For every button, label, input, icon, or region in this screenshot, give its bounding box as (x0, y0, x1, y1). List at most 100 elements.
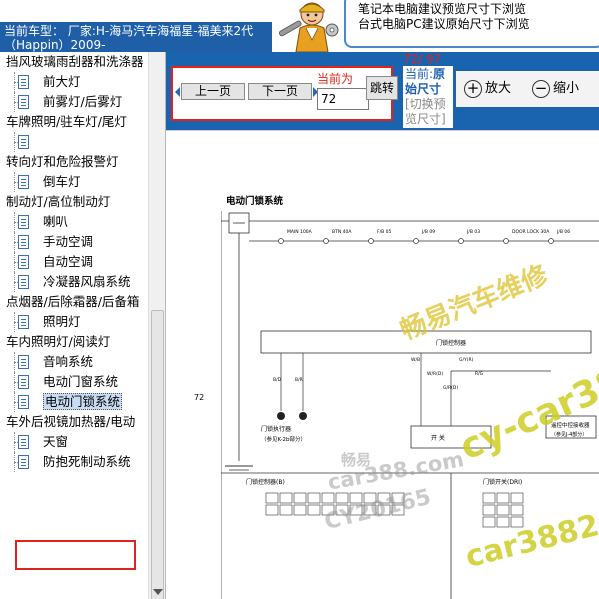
wire-code-label: B/R (295, 377, 303, 383)
connector-pin (391, 504, 405, 516)
switch-preview-size-link[interactable]: [切换预览尺寸] (405, 97, 451, 127)
tree-item[interactable]: 电动门窗系统 (0, 372, 148, 392)
connector-pin (510, 516, 524, 528)
tree-item-label: 冷凝器风扇系统 (43, 274, 131, 289)
connector-pin (293, 492, 307, 504)
wire-code-label: W/R(D) (427, 371, 443, 377)
viewing-tip-box: 笔记本电脑建议预览尺寸下浏览 台式电脑PC建议原始尺寸下浏览 (344, 0, 599, 48)
zoom-in-button[interactable]: + 放大 (464, 77, 511, 101)
document-icon (18, 235, 29, 249)
zoom-in-label: 放大 (485, 81, 512, 96)
connector-pins-right (482, 492, 524, 528)
page-number-input[interactable] (317, 88, 369, 110)
connector-pin (496, 516, 510, 528)
tree-scrollbar[interactable] (148, 52, 165, 599)
module-label: 门锁控制器 (436, 339, 466, 347)
wire-code-group: B/D B/R W/B W/R(D) G/R(D) G/Y(R) R/G (273, 357, 484, 391)
connector-pin (307, 492, 321, 504)
document-icon (18, 455, 29, 469)
tree-item[interactable]: 防抱死制动系统 (0, 452, 148, 472)
tree-category-label: 车牌照明/驻车灯/尾灯 (6, 114, 127, 129)
current-page-label: 当前为 (317, 72, 354, 86)
tree-category[interactable]: 车外后视镜加热器/电动 (0, 412, 148, 432)
tree-category-label: 挡风玻璃雨刮器和洗涤器 (6, 54, 144, 69)
document-icon (18, 355, 29, 369)
tree-category-label: 车内照明灯/阅读灯 (6, 334, 111, 349)
wire-code-label: G/R(D) (443, 385, 458, 391)
connector-pin (391, 492, 405, 504)
tree-item[interactable]: 冷凝器风扇系统 (0, 272, 148, 292)
diagram-viewer[interactable]: 电动门锁系统 72 MAIN 100A BTN 40A F/B 05 J/B 09 J/… (166, 130, 599, 599)
fuse-terminal (323, 238, 329, 244)
fuse-terminal (278, 238, 284, 244)
connector-pin (349, 492, 363, 504)
wire-code-label: R/G (475, 371, 484, 377)
connector-pin (363, 504, 377, 516)
tree-category-label: 制动灯/高位制动灯 (6, 194, 111, 209)
fuse-label: BTN 40A (332, 229, 352, 235)
document-icon (18, 375, 29, 389)
connector-pins-left (265, 492, 405, 516)
tree-item-label: 倒车灯 (43, 174, 81, 189)
connector-pin (377, 492, 391, 504)
page-toolbar: 上一页 下一页 当前为 跳转 72/ 97 当前:原始尺寸 [切换预览尺寸] +… (166, 52, 599, 130)
mechanic-mascot-icon (272, 0, 344, 53)
tree-item-label: 前雾灯/后雾灯 (43, 94, 123, 109)
tree-item[interactable]: 前雾灯/后雾灯 (0, 92, 148, 112)
fuse-label: J/B 09 (421, 229, 435, 235)
tip-line-laptop: 笔记本电脑建议预览尺寸下浏览 (358, 2, 527, 16)
current-car-model: 当前车型： 厂家:H-海马汽车海福星-福美来2代（Happin）2009- (0, 22, 272, 52)
tree-item[interactable]: 音响系统 (0, 352, 148, 372)
document-icon (18, 395, 29, 409)
connector-pin (265, 492, 279, 504)
zoom-out-button[interactable]: − 缩小 (532, 77, 579, 101)
connector-pin (279, 492, 293, 504)
fuse-label: MAIN 100A (287, 229, 313, 235)
scroll-down-arrow-icon[interactable] (153, 589, 163, 595)
wire-code-label: B/D (273, 377, 282, 383)
switch-label: 开 关 (431, 434, 445, 442)
zoom-out-label: 缩小 (553, 81, 580, 96)
lower-right-title: 门锁开关(DRI) (483, 478, 522, 486)
document-icon (18, 175, 29, 189)
next-page-button[interactable]: 下一页 (248, 83, 312, 100)
page-navigation-group: 上一页 下一页 当前为 (171, 66, 393, 121)
document-icon (18, 435, 29, 449)
header: 当前车型： 厂家:H-海马汽车海福星-福美来2代（Happin）2009- 笔记… (0, 0, 599, 53)
tree-category[interactable]: 车牌照明/驻车灯/尾灯 (0, 112, 148, 132)
tree-item[interactable]: 倒车灯 (0, 172, 148, 192)
tree-scrollbar-thumb[interactable] (151, 310, 164, 599)
page-count: 72/ 97 (403, 52, 442, 66)
tree-item-label: 照明灯 (43, 314, 81, 329)
tree-item-label: 前大灯 (43, 74, 81, 89)
minus-icon: − (532, 79, 550, 98)
jump-button[interactable]: 跳转 (366, 76, 398, 100)
remote-receiver-label: 遥控中控接收器 (551, 421, 590, 429)
tree-category-label: 转向灯和危险报警灯 (6, 154, 119, 169)
tree-category[interactable]: 挡风玻璃雨刮器和洗涤器 (0, 52, 148, 72)
connector-pin (335, 504, 349, 516)
tree-category[interactable]: 点烟器/后除霜器/后备箱 (0, 292, 148, 312)
connector-pin (321, 492, 335, 504)
tree-category[interactable]: 制动灯/高位制动灯 (0, 192, 148, 212)
document-icon (18, 135, 29, 149)
tree-item[interactable]: 喇叭 (0, 212, 148, 232)
tree-item[interactable]: 手动空调 (0, 232, 148, 252)
tree-item[interactable]: 前大灯 (0, 72, 148, 92)
document-icon (18, 75, 29, 89)
document-icon (18, 95, 29, 109)
tree-item-selected[interactable]: 电动门锁系统 (0, 392, 148, 412)
tree-item[interactable]: 天窗 (0, 432, 148, 452)
tree-item[interactable] (0, 132, 148, 152)
tree-category[interactable]: 车内照明灯/阅读灯 (0, 332, 148, 352)
fuse-label: F/B 05 (377, 229, 391, 235)
connector-pin (279, 504, 293, 516)
tree-category[interactable]: 转向灯和危险报警灯 (0, 152, 148, 172)
connector-pin (265, 504, 279, 516)
tree-item[interactable]: 自动空调 (0, 252, 148, 272)
actuator-ref: （参见K-2b部分） (261, 435, 306, 443)
prev-page-button[interactable]: 上一页 (181, 83, 245, 100)
document-icon (18, 255, 29, 269)
actuator-label: 门锁执行器 (261, 425, 291, 433)
tree-item[interactable]: 照明灯 (0, 312, 148, 332)
